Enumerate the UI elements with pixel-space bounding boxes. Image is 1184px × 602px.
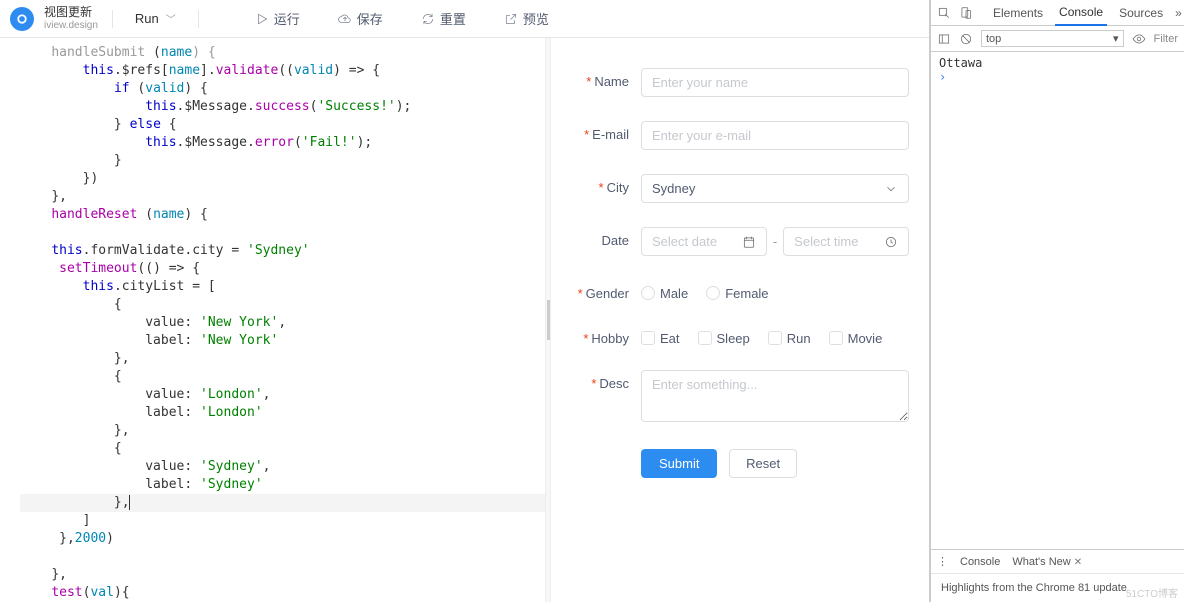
date-label: Date xyxy=(602,233,629,248)
splitter-handle[interactable] xyxy=(545,38,551,602)
app-title: 视图更新 xyxy=(44,6,98,19)
form-reset-button[interactable]: Reset xyxy=(729,449,797,478)
tab-console[interactable]: Console xyxy=(1055,5,1107,26)
radio-male[interactable]: Male xyxy=(641,286,688,301)
kebab-icon[interactable]: ⋮ xyxy=(937,555,948,568)
filter-label[interactable]: Filter xyxy=(1154,33,1178,45)
cloud-upload-icon xyxy=(338,12,352,26)
desc-label: Desc xyxy=(599,376,629,391)
submit-button[interactable]: Submit xyxy=(641,449,717,478)
console-prompt[interactable]: › xyxy=(939,70,1176,84)
drawer-tab-whatsnew[interactable]: What's New ✕ xyxy=(1012,556,1082,568)
context-select[interactable]: top▾ xyxy=(981,30,1124,47)
checkbox-sleep[interactable]: Sleep xyxy=(698,331,750,346)
preview-pane: *Name *E-mail *City Sydney xyxy=(551,38,929,602)
play-icon xyxy=(255,12,269,26)
email-input[interactable] xyxy=(641,121,909,150)
logo-text: 视图更新 iview.design xyxy=(44,6,98,30)
tab-sources[interactable]: Sources xyxy=(1115,6,1167,20)
watermark: 51CTO博客 xyxy=(1126,585,1178,600)
logo-icon xyxy=(10,7,34,31)
run-button[interactable]: 运行 xyxy=(247,5,308,32)
refresh-icon xyxy=(421,12,435,26)
desc-textarea[interactable] xyxy=(641,370,909,422)
radio-female[interactable]: Female xyxy=(706,286,768,301)
name-input[interactable] xyxy=(641,68,909,97)
app-subtitle: iview.design xyxy=(44,20,98,31)
clock-icon xyxy=(884,235,898,249)
inspect-icon[interactable] xyxy=(937,6,951,20)
more-tabs-icon[interactable]: » xyxy=(1175,6,1182,20)
city-select[interactable]: Sydney xyxy=(641,174,909,203)
drawer-body: Highlights from the Chrome 81 update 51C… xyxy=(931,574,1184,602)
calendar-icon xyxy=(742,235,756,249)
chevron-down-icon xyxy=(884,182,898,196)
tab-elements[interactable]: Elements xyxy=(989,6,1047,20)
chevron-down-icon: ﹀ xyxy=(166,11,176,26)
console-output[interactable]: Ottawa › xyxy=(931,52,1184,549)
reset-button[interactable]: 重置 xyxy=(413,5,474,32)
name-label: Name xyxy=(594,74,629,89)
drawer-tab-console[interactable]: Console xyxy=(960,556,1000,568)
run-dropdown[interactable]: Run﹀ xyxy=(127,7,184,30)
device-icon[interactable] xyxy=(959,6,973,20)
range-dash: - xyxy=(773,234,777,249)
devtools-panel: Elements Console Sources » top▾ Filter O… xyxy=(930,0,1184,602)
code-editor[interactable]: handleSubmit (name) { this.$refs[name].v… xyxy=(0,38,545,602)
save-button[interactable]: 保存 xyxy=(330,5,391,32)
hobby-label: Hobby xyxy=(591,331,629,346)
sidebar-toggle-icon[interactable] xyxy=(937,32,951,46)
close-icon[interactable]: ✕ xyxy=(1074,557,1082,568)
date-picker[interactable]: Select date xyxy=(641,227,767,256)
checkbox-run[interactable]: Run xyxy=(768,331,811,346)
eye-icon[interactable] xyxy=(1132,32,1146,46)
checkbox-eat[interactable]: Eat xyxy=(641,331,680,346)
email-label: E-mail xyxy=(592,127,629,142)
console-line: Ottawa xyxy=(939,56,1176,70)
time-picker[interactable]: Select time xyxy=(783,227,909,256)
toolbar: 视图更新 iview.design Run﹀ 运行 保存 重置 xyxy=(0,0,929,38)
external-link-icon xyxy=(504,12,518,26)
city-label: City xyxy=(607,180,629,195)
checkbox-movie[interactable]: Movie xyxy=(829,331,883,346)
gender-label: Gender xyxy=(586,286,629,301)
preview-button[interactable]: 预览 xyxy=(496,5,557,32)
clear-console-icon[interactable] xyxy=(959,32,973,46)
